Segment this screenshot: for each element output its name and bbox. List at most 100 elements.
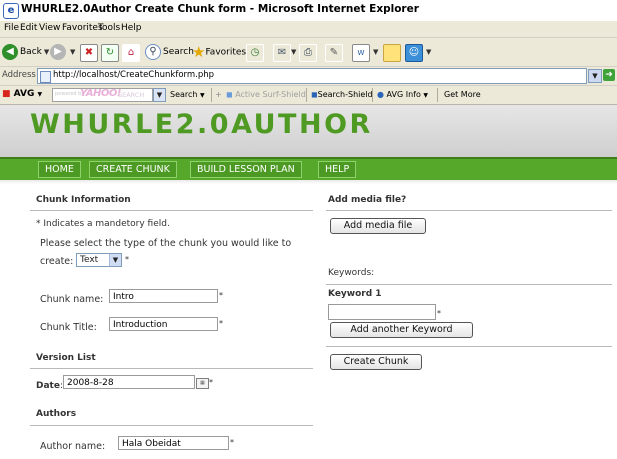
avg-logo-icon: ■ (2, 89, 11, 99)
favorites-button[interactable]: ★Favorites (192, 42, 246, 62)
search-button[interactable]: ⚲ Search (145, 42, 194, 62)
required-mark: * (125, 255, 129, 264)
add-keyword-button[interactable]: Add another Keyword (330, 322, 473, 338)
mail-dropdown-icon[interactable]: ▼ (289, 42, 296, 62)
history-icon[interactable]: ◷ (246, 44, 264, 62)
back-arrow-icon: ◀ (2, 43, 18, 60)
author-name-input[interactable]: Hala Obeidat (118, 436, 229, 450)
forward-dropdown-icon: ▼ (70, 48, 76, 56)
forward-button[interactable]: ▶ ▼ (50, 42, 75, 62)
menu-edit[interactable]: Edit (20, 23, 37, 33)
window-title-bar: e WHURLE2.0Author Create Chunk form - Mi… (0, 0, 617, 22)
date-label: Date (36, 381, 60, 391)
keyword1-label: Keyword 1 (328, 289, 382, 299)
nav-help[interactable]: HELP (318, 161, 357, 178)
nav-shadow (0, 180, 617, 184)
keyword1-input[interactable] (328, 304, 436, 320)
print-icon[interactable]: ⎙ (299, 44, 317, 62)
shield-icon: ◼ (226, 90, 233, 99)
refresh-icon[interactable]: ↻ (101, 44, 119, 62)
search-shield[interactable]: ◼Search-Shield (311, 90, 373, 99)
messenger-dropdown-icon[interactable]: ▼ (424, 42, 431, 62)
folder-icon[interactable] (383, 44, 401, 62)
address-input[interactable]: http://localhost/CreateChunkform.php (37, 68, 587, 84)
create-chunk-button[interactable]: Create Chunk (330, 354, 422, 370)
required-mark: * (219, 291, 223, 300)
word-icon[interactable]: W (352, 44, 370, 62)
favorites-star-icon: ★ (192, 43, 206, 61)
page-header: WHURLE2.0AUTHOR (0, 105, 617, 157)
word-dropdown-icon[interactable]: ▼ (371, 42, 378, 62)
required-mark: * (219, 319, 223, 328)
messenger-icon[interactable]: ☺ (405, 44, 423, 62)
forward-arrow-icon: ▶ (50, 43, 66, 60)
address-bar: Address http://localhost/CreateChunkform… (0, 67, 617, 86)
menu-tools[interactable]: Tools (98, 23, 120, 33)
yahoo-search-text: SEARCH (118, 91, 145, 99)
avg-menu[interactable]: ■ AVG ▼ (2, 89, 42, 99)
address-label: Address (2, 70, 36, 80)
plus-icon: + (215, 90, 222, 99)
ie-icon: e (3, 3, 19, 19)
avg-label: AVG (13, 89, 35, 99)
divider (326, 210, 612, 211)
search-dropdown-icon[interactable]: ▼ (153, 88, 166, 102)
required-mark: * (230, 438, 234, 447)
avg-info[interactable]: ● AVG Info ▼ (377, 90, 428, 99)
select-arrow-icon: ▼ (109, 254, 121, 266)
menu-help[interactable]: Help (121, 23, 142, 33)
home-icon[interactable]: ⌂ (122, 44, 140, 62)
go-arrow-icon[interactable]: ➜ (603, 69, 615, 81)
chunk-name-label: Chunk name: (40, 294, 104, 305)
chunk-title-label: Chunk Title: (40, 322, 97, 333)
chunk-type-value: Text (80, 255, 99, 265)
window-title: WHURLE2.0Author Create Chunk form - Micr… (21, 3, 419, 15)
nav-build-lesson-plan[interactable]: BUILD LESSON PLAN (190, 161, 302, 178)
edit-icon[interactable]: ✎ (325, 44, 343, 62)
avg-search-button[interactable]: Search ▼ (170, 90, 205, 99)
nav-home[interactable]: HOME (38, 161, 81, 178)
type-prompt-line2: create: (40, 256, 74, 267)
media-heading: Add media file? (328, 195, 407, 205)
active-surf-shield[interactable]: ◼ Active Surf-Shield (226, 90, 306, 99)
menu-file[interactable]: File (4, 23, 19, 33)
add-media-button[interactable]: Add media file (330, 218, 426, 234)
menu-favorites[interactable]: Favorites (62, 23, 103, 33)
address-url: http://localhost/CreateChunkform.php (53, 70, 215, 80)
required-mark: * (437, 309, 441, 318)
chunk-name-input[interactable]: Intro (109, 289, 218, 303)
date-label-row: Date: (36, 381, 63, 391)
chunk-type-select[interactable]: Text ▼ (76, 253, 122, 267)
nav-create-chunk[interactable]: CREATE CHUNK (89, 161, 177, 178)
chunk-info-heading: Chunk Information (36, 195, 131, 205)
divider (30, 368, 313, 369)
calendar-icon[interactable]: ▦ (196, 378, 209, 389)
info-globe-icon: ● (377, 90, 384, 99)
authors-heading: Authors (36, 409, 77, 419)
back-button[interactable]: ◀ Back ▼ (2, 42, 49, 62)
page-icon (40, 71, 51, 83)
back-label: Back (20, 47, 42, 57)
mandatory-note: * Indicates a mandetory field. (36, 219, 170, 229)
divider (30, 210, 313, 211)
favorites-label: Favorites (205, 47, 247, 58)
browser-toolbar: ◀ Back ▼ ▶ ▼ ✖ ↻ ⌂ ⚲ Search ★Favorites ◷ ✉ ▼… (0, 38, 617, 67)
site-title: WHURLE2.0AUTHOR (30, 109, 373, 140)
chunk-title-input[interactable]: Introduction (109, 317, 218, 331)
divider (326, 346, 612, 347)
yahoo-logo: YAHOO! (80, 88, 121, 99)
get-more-link[interactable]: Get More (444, 90, 481, 99)
nav-bar: HOME CREATE CHUNK BUILD LESSON PLAN HELP (0, 157, 617, 180)
stop-icon[interactable]: ✖ (80, 44, 98, 62)
divider (326, 284, 612, 285)
menu-view[interactable]: View (39, 23, 60, 33)
yahoo-search-input[interactable]: powered by YAHOO! SEARCH (52, 88, 153, 102)
search-icon: ⚲ (145, 43, 161, 60)
address-dropdown-icon[interactable]: ▼ (588, 69, 602, 83)
date-input[interactable]: 2008-8-28 (63, 375, 195, 389)
shield-search-icon: ◼ (311, 90, 318, 99)
search-label: Search (163, 47, 194, 57)
avg-toolbar: ■ AVG ▼ powered by YAHOO! SEARCH ▼ Searc… (0, 86, 617, 105)
menu-bar: File Edit View Favorites Tools Help (0, 21, 617, 38)
version-list-heading: Version List (36, 353, 96, 363)
